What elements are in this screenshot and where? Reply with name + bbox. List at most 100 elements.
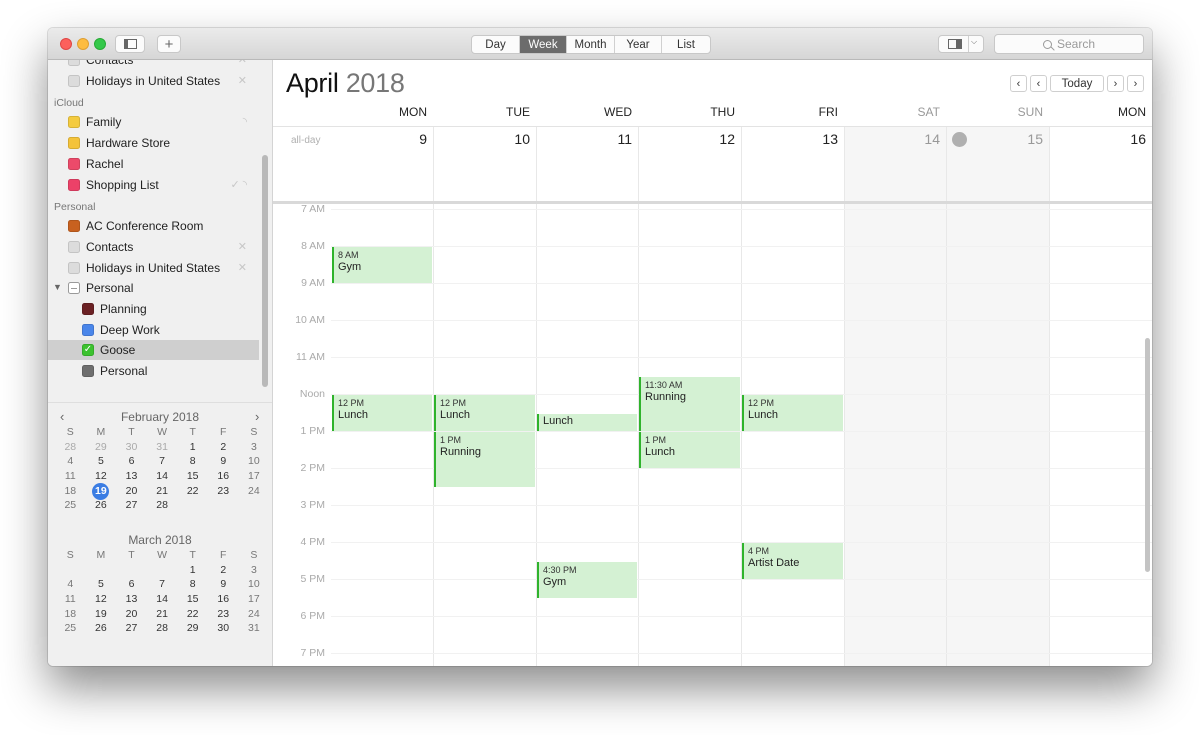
view-day-button[interactable]: Day <box>472 36 520 53</box>
calendar-checkbox[interactable] <box>68 178 80 191</box>
mini-calendar-day[interactable]: 27 <box>116 621 147 636</box>
mini-calendar-day[interactable]: 2 <box>208 440 239 455</box>
event-lunch[interactable]: Lunch <box>537 413 637 431</box>
calendar-checkbox[interactable] <box>82 365 94 378</box>
day-number[interactable]: 14 <box>844 131 940 147</box>
mini-calendar-day[interactable]: 4 <box>55 454 86 469</box>
mini-calendar-day[interactable]: 28 <box>147 498 178 513</box>
mini-calendar-day[interactable]: 5 <box>86 454 117 469</box>
view-month-button[interactable]: Month <box>567 36 615 53</box>
mini-calendar-day[interactable]: 11 <box>55 592 86 607</box>
previous-week-button[interactable]: ‹ <box>1030 75 1047 92</box>
mini-calendar-day[interactable]: 13 <box>116 469 147 484</box>
mini-calendar-day[interactable]: 2 <box>208 563 239 578</box>
event-lunch[interactable]: 12 PM Lunch <box>434 395 535 431</box>
mini-calendar-day[interactable]: 10 <box>239 454 270 469</box>
mini-calendar-prev-button[interactable]: ‹ <box>60 409 64 424</box>
sidebar-scrollbar[interactable] <box>262 155 268 387</box>
day-number[interactable]: 10 <box>433 131 530 147</box>
event-running[interactable]: 1 PM Running <box>434 432 535 487</box>
sidebar-item-goose[interactable]: ✓ Goose <box>48 340 259 361</box>
day-number[interactable]: 13 <box>741 131 838 147</box>
mini-calendar-day[interactable]: 24 <box>239 484 270 499</box>
mini-calendar-day[interactable]: 12 <box>86 469 117 484</box>
mini-calendar-day[interactable]: 18 <box>55 484 86 499</box>
mini-calendar-day[interactable]: 17 <box>239 469 270 484</box>
time-grid[interactable]: 7 AM 8 AM 9 AM 10 AM 11 AM Noon 1 PM 2 PM 3 PM 4 … <box>273 204 1152 666</box>
event-gym[interactable]: 4:30 PM Gym <box>537 561 637 598</box>
mini-calendar-day[interactable]: 24 <box>239 607 270 622</box>
previous-year-button[interactable]: ‹ <box>1010 75 1027 92</box>
sidebar-toggle-button[interactable] <box>115 35 145 53</box>
search-input[interactable]: Search <box>994 34 1144 54</box>
next-year-button[interactable]: › <box>1127 75 1144 92</box>
sidebar-item-deep-work[interactable]: Deep Work <box>48 320 259 340</box>
close-window-button[interactable] <box>60 38 72 50</box>
view-week-button[interactable]: Week <box>520 36 567 53</box>
mini-calendar-day[interactable]: 5 <box>86 577 117 592</box>
sidebar-item-hardware-store[interactable]: Hardware Store <box>48 133 259 153</box>
mini-calendar-day[interactable]: 31 <box>147 440 178 455</box>
calendar-checkbox[interactable] <box>82 303 94 315</box>
view-year-button[interactable]: Year <box>615 36 662 53</box>
mini-calendar-day[interactable]: 28 <box>55 440 86 455</box>
sidebar-item-contacts[interactable]: Contacts ✕ <box>48 60 259 70</box>
event-lunch[interactable]: 12 PM Lunch <box>332 395 432 431</box>
mini-calendar-day[interactable]: 10 <box>239 577 270 592</box>
calendar-checkbox[interactable] <box>68 137 80 150</box>
sidebar-item-planning[interactable]: Planning <box>48 299 259 319</box>
day-number[interactable]: 12 <box>638 131 735 147</box>
chevron-down-icon[interactable]: ⌵ <box>971 37 977 47</box>
mini-calendar-day[interactable]: 22 <box>177 607 208 622</box>
mini-calendar-day[interactable]: 14 <box>147 469 178 484</box>
mini-calendar-day[interactable]: 14 <box>147 592 178 607</box>
mini-calendar-next-button[interactable]: › <box>255 409 259 424</box>
mini-calendar-day[interactable]: 19 <box>86 482 117 500</box>
mini-calendar-day[interactable]: 31 <box>239 621 270 636</box>
sidebar-item-holidays-in-united-states[interactable]: Holidays in United States ✕ <box>48 71 259 91</box>
calendar-checkbox[interactable] <box>82 323 94 336</box>
mini-calendar-day[interactable]: 4 <box>55 577 86 592</box>
view-list-button[interactable]: List <box>662 36 710 53</box>
disclosure-triangle-icon[interactable]: ▼ <box>53 282 62 292</box>
event-lunch[interactable]: 1 PM Lunch <box>639 432 740 468</box>
inspector-toggle-button[interactable]: ⌵ <box>938 35 984 53</box>
mini-calendar-day[interactable]: 21 <box>147 607 178 622</box>
mini-calendar-day[interactable]: 8 <box>177 454 208 469</box>
mini-calendar-day[interactable]: 8 <box>177 577 208 592</box>
mini-calendar-day[interactable]: 22 <box>177 484 208 499</box>
mini-calendar-day[interactable]: 30 <box>116 440 147 455</box>
mini-calendar-day[interactable]: 16 <box>208 592 239 607</box>
mini-calendar-day[interactable]: 3 <box>239 563 270 578</box>
minimize-window-button[interactable] <box>77 38 89 50</box>
calendar-checkbox[interactable] <box>68 116 80 129</box>
sidebar-item-shopping-list[interactable]: Shopping List ✓ ◝ <box>48 175 259 195</box>
next-week-button[interactable]: › <box>1107 75 1124 92</box>
mini-calendar-day[interactable]: 6 <box>116 577 147 592</box>
mini-calendar-day[interactable]: 28 <box>147 621 178 636</box>
today-button[interactable]: Today <box>1050 75 1104 92</box>
sidebar-item-ac-conference-room[interactable]: AC Conference Room <box>48 216 259 236</box>
mini-calendar-day[interactable]: 12 <box>86 592 117 607</box>
add-event-button[interactable]: + <box>157 35 181 53</box>
sidebar-item-rachel[interactable]: Rachel <box>48 154 259 174</box>
mini-calendar-day[interactable]: 20 <box>116 484 147 499</box>
mini-calendar-day[interactable]: 7 <box>147 454 178 469</box>
sidebar-item-personal[interactable]: ▼ Personal <box>48 278 259 298</box>
mini-calendar-day[interactable]: 11 <box>55 469 86 484</box>
mini-calendar-day[interactable]: 29 <box>86 440 117 455</box>
event-lunch[interactable]: 12 PM Lunch <box>742 395 843 431</box>
mini-calendar-day[interactable]: 3 <box>239 440 270 455</box>
day-number[interactable]: 16 <box>1049 131 1146 147</box>
calendar-checkbox[interactable] <box>68 157 80 170</box>
mini-calendar-day[interactable]: 16 <box>208 469 239 484</box>
calendar-checkbox[interactable] <box>68 60 80 66</box>
day-number[interactable]: 9 <box>331 131 427 147</box>
mini-calendar-day[interactable]: 20 <box>116 607 147 622</box>
time-grid-scrollbar[interactable] <box>1145 338 1150 572</box>
mini-calendar-day[interactable]: 23 <box>208 484 239 499</box>
sidebar-item-personal[interactable]: Personal <box>48 361 259 381</box>
mini-calendar-day[interactable]: 1 <box>177 440 208 455</box>
mini-calendar-day[interactable]: 6 <box>116 454 147 469</box>
event-running[interactable]: 11:30 AM Running <box>639 376 740 431</box>
